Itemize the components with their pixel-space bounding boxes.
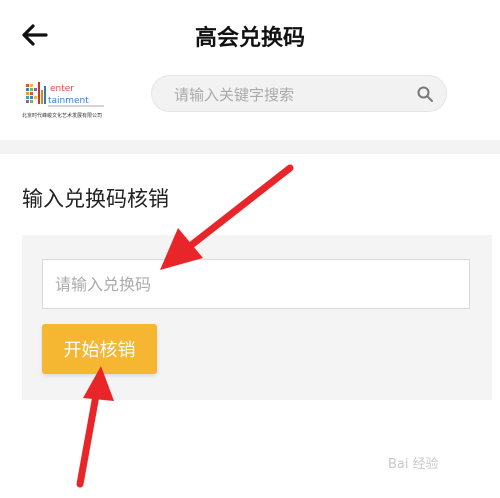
- logo-mark-icon: enter tainment: [26, 82, 104, 107]
- svg-text:enter: enter: [50, 84, 74, 94]
- search-box[interactable]: [151, 75, 447, 113]
- page-title: 高会兑换码: [194, 26, 305, 51]
- redeem-code-input[interactable]: [42, 259, 470, 309]
- svg-text:tainment: tainment: [48, 96, 89, 106]
- brand-logo: enter tainment 北京时代峰峻文化艺术发展有限公司: [22, 78, 108, 119]
- search-icon[interactable]: [416, 85, 434, 103]
- watermark: Bai 经验: [388, 457, 439, 472]
- top-bar: 高会兑换码: [0, 0, 500, 70]
- section-title: 输入兑换码核销: [22, 187, 169, 211]
- logo-caption: 北京时代峰峻文化艺术发展有限公司: [22, 113, 103, 119]
- redeem-panel: 开始核销: [22, 235, 492, 400]
- start-verify-button[interactable]: 开始核销: [42, 324, 157, 374]
- search-input[interactable]: [172, 76, 416, 113]
- section-divider: [0, 140, 500, 154]
